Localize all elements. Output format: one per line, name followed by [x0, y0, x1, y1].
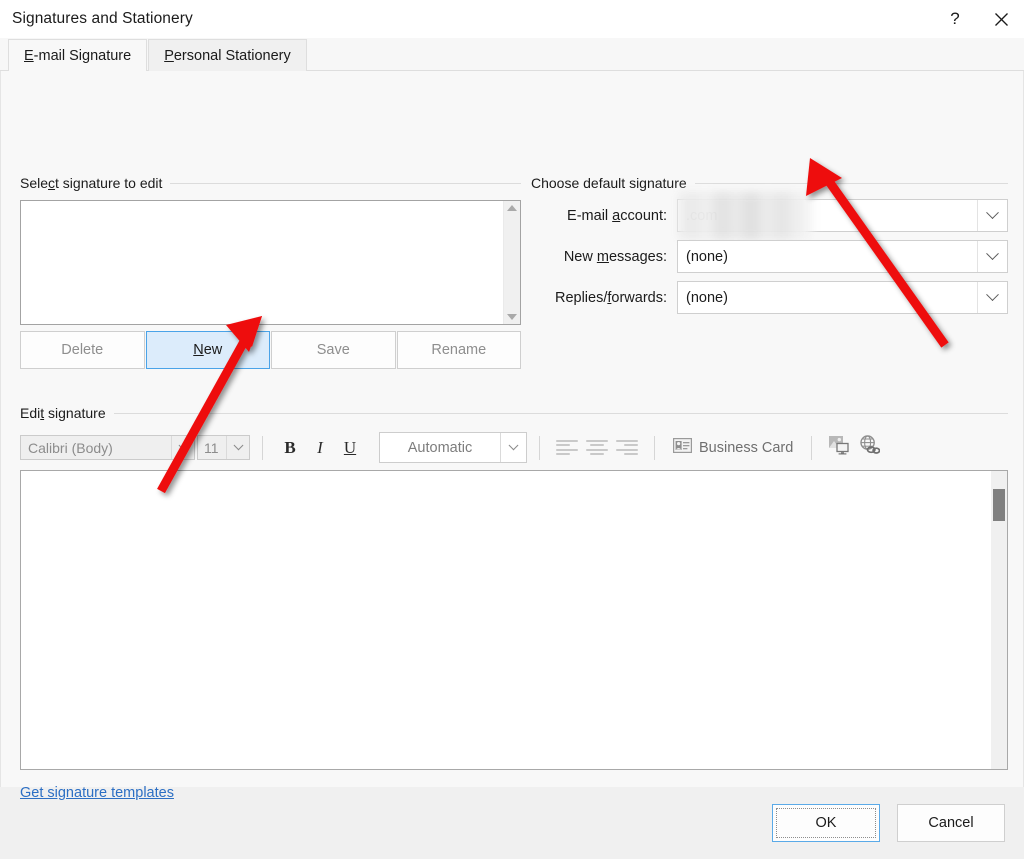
- formatting-toolbar: Calibri (Body) 11 B I U Automatic Busine…: [20, 430, 1008, 465]
- underline-icon: U: [343, 437, 357, 457]
- close-icon: [994, 12, 1009, 27]
- edit-signature-group-label: Edit signature: [20, 405, 1008, 421]
- insert-hyperlink-button[interactable]: [854, 433, 884, 463]
- editor-scrollbar[interactable]: [991, 471, 1007, 769]
- question-mark-icon: ?: [950, 9, 960, 28]
- replies-forwards-row: Replies/forwards: (none): [531, 281, 1008, 314]
- toolbar-separator: [654, 435, 655, 460]
- default-signature-group-label: Choose default signature: [531, 175, 1008, 191]
- signature-listbox[interactable]: [20, 200, 521, 325]
- title-bar: Signatures and Stationery ?: [0, 0, 1024, 38]
- replies-forwards-value: (none): [686, 289, 728, 306]
- delete-button[interactable]: Delete: [20, 331, 145, 369]
- signature-editor-textarea[interactable]: [21, 471, 991, 769]
- italic-icon: I: [317, 437, 323, 457]
- ok-button-label: OK: [815, 815, 837, 831]
- signature-list-scrollbar[interactable]: [503, 201, 520, 324]
- bold-button[interactable]: B: [275, 433, 305, 463]
- select-signature-group-label: Select signature to edit: [20, 175, 521, 191]
- font-family-chevron-down-icon[interactable]: [171, 436, 194, 459]
- new-messages-row: New messages: (none): [531, 240, 1008, 273]
- align-center-button[interactable]: [582, 433, 612, 463]
- email-account-label: E-mail account:: [567, 207, 667, 224]
- align-right-button[interactable]: [612, 433, 642, 463]
- new-messages-chevron-down-icon[interactable]: [977, 241, 1007, 272]
- help-button[interactable]: ?: [932, 0, 978, 38]
- replies-forwards-chevron-down-icon[interactable]: [977, 282, 1007, 313]
- font-size-dropdown[interactable]: 11: [197, 435, 250, 460]
- bold-icon: B: [284, 437, 296, 457]
- font-size-chevron-down-icon[interactable]: [226, 436, 249, 459]
- font-color-value: Automatic: [407, 439, 473, 456]
- scroll-up-arrow-icon[interactable]: [507, 205, 517, 211]
- delete-button-label: Delete: [61, 342, 104, 358]
- font-size-value: 11: [204, 439, 219, 456]
- signature-editor[interactable]: [20, 470, 1008, 770]
- business-card-button[interactable]: Business Card: [667, 434, 799, 462]
- window-title: Signatures and Stationery: [12, 10, 193, 27]
- close-button[interactable]: [978, 0, 1024, 38]
- font-family-value: Calibri (Body): [28, 439, 113, 456]
- new-messages-value: (none): [686, 248, 728, 265]
- group-rule: [170, 182, 521, 184]
- email-account-value: .com: [686, 207, 718, 224]
- dialog-content: Select signature to edit Delete New Save…: [0, 71, 1024, 801]
- tab-personal-stationery[interactable]: Personal Stationery: [148, 39, 307, 71]
- business-card-icon: [673, 437, 692, 458]
- new-messages-dropdown[interactable]: (none): [677, 240, 1008, 273]
- new-button[interactable]: New: [145, 331, 270, 369]
- save-button-label: Save: [316, 342, 350, 358]
- insert-picture-button[interactable]: [824, 433, 854, 463]
- editor-scrollbar-thumb[interactable]: [993, 489, 1005, 521]
- save-button[interactable]: Save: [271, 331, 396, 369]
- email-account-chevron-down-icon[interactable]: [977, 200, 1007, 231]
- caption-button-group: ?: [932, 0, 1024, 38]
- italic-button[interactable]: I: [305, 433, 335, 463]
- align-left-button[interactable]: [552, 433, 582, 463]
- business-card-label: Business Card: [699, 439, 794, 456]
- underline-button[interactable]: U: [335, 433, 365, 463]
- insert-hyperlink-icon: [858, 435, 881, 460]
- replies-forwards-label: Replies/forwards:: [554, 289, 667, 306]
- replies-forwards-dropdown[interactable]: (none): [677, 281, 1008, 314]
- tab-email-signature[interactable]: E-mail Signature: [8, 39, 148, 72]
- group-rule: [694, 182, 1008, 184]
- toolbar-separator: [811, 435, 813, 460]
- insert-picture-icon: [828, 435, 850, 460]
- toolbar-separator: [539, 435, 540, 460]
- group-rule: [113, 412, 1008, 414]
- tab-email-signature-label: E-mail Signature: [24, 47, 132, 64]
- new-button-label: New: [193, 342, 223, 358]
- ok-button[interactable]: OK: [772, 804, 880, 842]
- rename-button-label: Rename: [431, 342, 487, 358]
- email-account-row: E-mail account: .com: [531, 192, 1008, 240]
- tab-strip: E-mail Signature Personal Stationery: [0, 38, 1024, 72]
- new-messages-label: New messages:: [563, 248, 667, 265]
- cancel-button[interactable]: Cancel: [897, 804, 1005, 842]
- default-signature-section: Choose default signature E-mail account:…: [531, 175, 1008, 314]
- align-right-icon: [616, 440, 638, 455]
- email-account-dropdown[interactable]: .com: [677, 192, 1008, 240]
- edit-signature-section: Edit signature Calibri (Body) 11 B I U A…: [20, 405, 1008, 802]
- cancel-button-label: Cancel: [928, 815, 974, 831]
- align-left-icon: [556, 440, 578, 455]
- get-signature-templates-link[interactable]: Get signature templates: [20, 785, 174, 801]
- rename-button[interactable]: Rename: [396, 331, 521, 369]
- toolbar-separator: [262, 435, 263, 460]
- tab-personal-stationery-label: Personal Stationery: [164, 47, 291, 64]
- align-center-icon: [586, 440, 608, 455]
- signature-action-buttons: Delete New Save Rename: [20, 331, 521, 369]
- font-color-chevron-down-icon[interactable]: [500, 433, 526, 462]
- select-signature-section: Select signature to edit Delete New Save…: [20, 175, 521, 369]
- font-color-dropdown[interactable]: Automatic: [379, 432, 527, 463]
- signature-list-items[interactable]: [21, 201, 503, 324]
- font-family-dropdown[interactable]: Calibri (Body): [20, 435, 195, 460]
- scroll-down-arrow-icon[interactable]: [507, 314, 517, 320]
